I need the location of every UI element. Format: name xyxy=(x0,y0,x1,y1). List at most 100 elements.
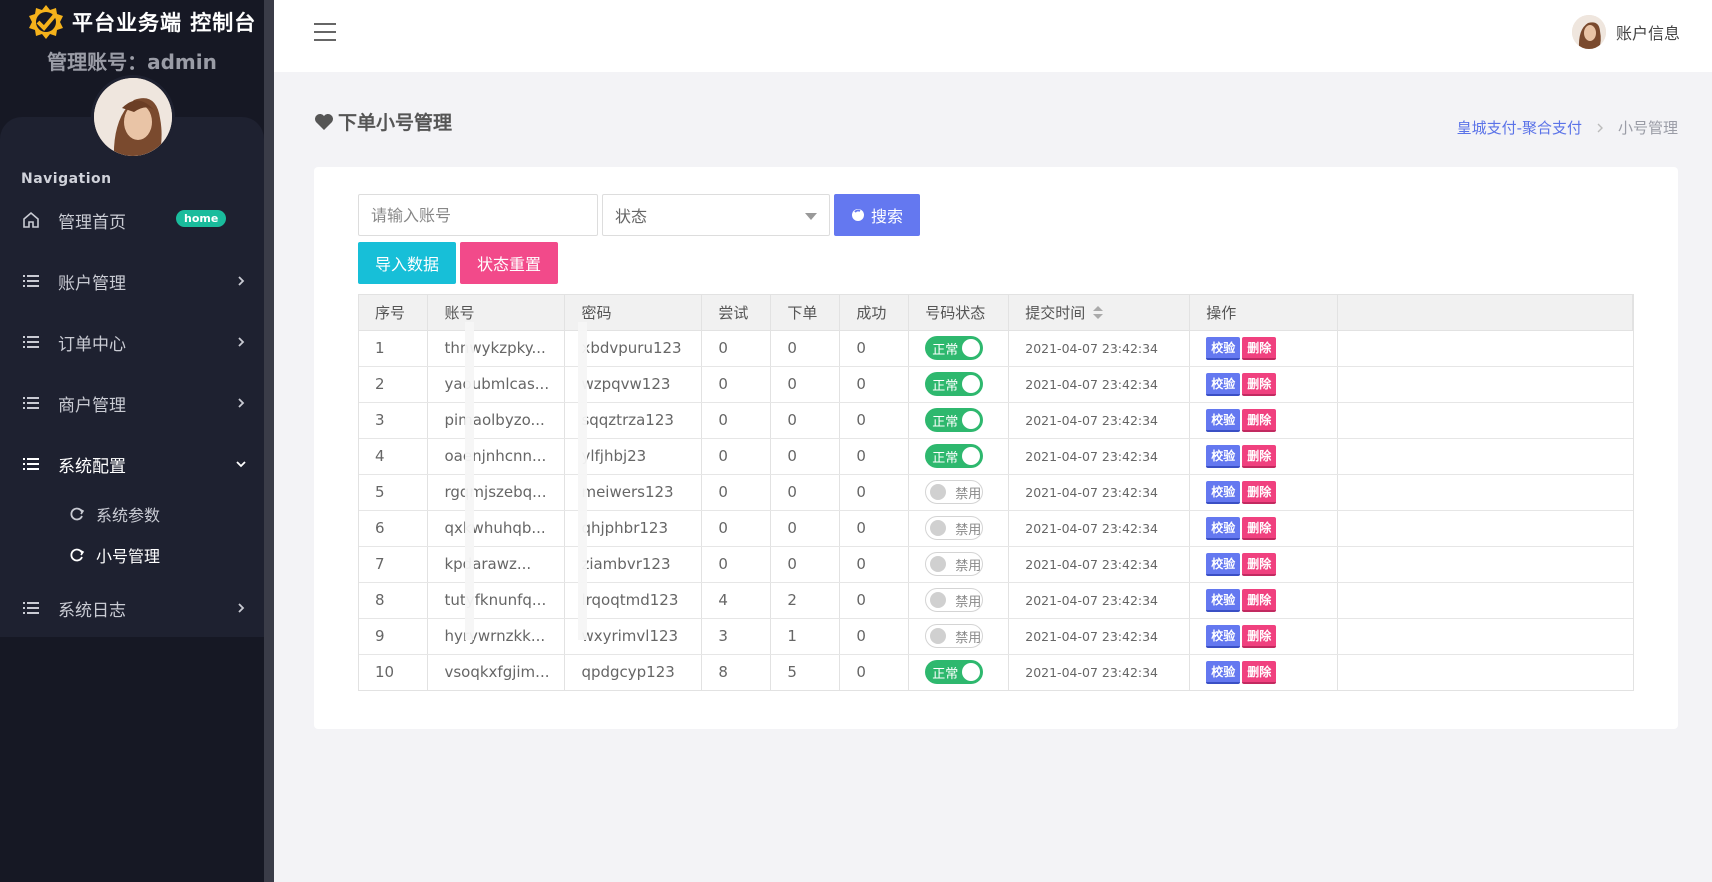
cell-status: 正常 xyxy=(908,402,1010,439)
delete-button[interactable]: 删除 xyxy=(1242,552,1277,576)
sidebar: 平台业务端 控制台 管理账号：admin Navigation 管理首页 hom… xyxy=(0,0,264,882)
search-button[interactable]: 搜索 xyxy=(834,194,920,236)
account-menu[interactable]: 账户信息 xyxy=(1571,15,1680,49)
verify-button[interactable]: 校验 xyxy=(1206,408,1241,432)
table-row: 6 qxkwhuhqb... qhjphbr123 0 0 0 禁用 2021-04-07 2… xyxy=(359,510,1633,547)
toggle-knob xyxy=(962,375,981,393)
sidebar-scrollbar[interactable] xyxy=(264,0,274,882)
verify-button[interactable]: 校验 xyxy=(1206,336,1241,360)
caret-down-icon xyxy=(805,213,817,220)
cell-submit-time: 2021-04-07 23:42:34 xyxy=(1008,366,1191,403)
sort-icon[interactable] xyxy=(1093,306,1104,320)
verify-button[interactable]: 校验 xyxy=(1206,516,1241,540)
breadcrumb-link[interactable]: 皇城支付-聚合支付 xyxy=(1457,117,1582,138)
cell-empty xyxy=(1337,438,1633,475)
cell-index: 7 xyxy=(359,546,429,583)
list-icon xyxy=(23,275,39,287)
table-row: 2 yaoubmlcas... wzpqvw123 0 0 0 正常 2021-04-07 2… xyxy=(359,366,1633,403)
cell-order-count: 0 xyxy=(770,330,841,367)
cell-submit-time: 2021-04-07 23:42:34 xyxy=(1008,618,1191,655)
cell-order-count: 0 xyxy=(770,510,841,547)
column-header-sortable[interactable]: 提交时间 xyxy=(1008,295,1191,331)
verify-button[interactable]: 校验 xyxy=(1206,480,1241,504)
cell-actions: 校验 删除 xyxy=(1189,654,1339,690)
status-toggle[interactable]: 禁用 xyxy=(925,516,984,540)
cell-password: qpdgcyp123 xyxy=(564,654,703,690)
breadcrumb: 皇城支付-聚合支付 小号管理 xyxy=(1457,117,1678,138)
status-toggle[interactable]: 禁用 xyxy=(925,588,984,612)
delete-button[interactable]: 删除 xyxy=(1242,408,1277,432)
status-toggle[interactable]: 禁用 xyxy=(925,552,984,576)
cell-try-count: 0 xyxy=(701,438,772,475)
redaction-mask xyxy=(578,322,587,640)
status-toggle-label: 禁用 xyxy=(955,630,982,646)
table-row: 1 thnwykzpky... xbdvpuru123 0 0 0 正常 2021-04-07… xyxy=(359,330,1633,367)
home-icon xyxy=(23,211,39,228)
verify-button[interactable]: 校验 xyxy=(1206,372,1241,396)
cell-status: 禁用 xyxy=(908,474,1010,511)
delete-button[interactable]: 删除 xyxy=(1242,660,1277,684)
nav-item-label: 商户管理 xyxy=(58,395,126,416)
account-search-input[interactable] xyxy=(358,194,598,236)
cell-try-count: 0 xyxy=(701,366,772,403)
delete-button[interactable]: 删除 xyxy=(1242,516,1277,540)
status-select[interactable]: 状态 xyxy=(602,194,830,236)
cell-order-count: 0 xyxy=(770,438,841,475)
cell-index: 6 xyxy=(359,510,429,547)
chevron-right-icon xyxy=(238,337,245,347)
status-select-value: 状态 xyxy=(615,207,648,226)
status-toggle-label: 禁用 xyxy=(955,558,982,574)
status-reset-button[interactable]: 状态重置 xyxy=(460,242,558,284)
toggle-knob xyxy=(930,484,947,500)
verify-button[interactable]: 校验 xyxy=(1206,552,1241,576)
nav-item-orders[interactable]: 订单中心 xyxy=(0,320,264,364)
cell-try-count: 0 xyxy=(701,402,772,439)
status-toggle[interactable]: 正常 xyxy=(925,336,984,360)
verify-button[interactable]: 校验 xyxy=(1206,624,1241,648)
cell-status: 禁用 xyxy=(908,618,1010,655)
cell-empty xyxy=(1337,402,1633,439)
delete-button[interactable]: 删除 xyxy=(1242,624,1277,648)
cell-submit-time: 2021-04-07 23:42:34 xyxy=(1008,654,1191,690)
verify-button[interactable]: 校验 xyxy=(1206,588,1241,612)
status-toggle[interactable]: 禁用 xyxy=(925,624,984,648)
sub-item-label: 系统参数 xyxy=(96,506,161,525)
delete-button[interactable]: 删除 xyxy=(1242,588,1277,612)
sub-item-system-params[interactable]: 系统参数 xyxy=(0,497,264,531)
import-data-button[interactable]: 导入数据 xyxy=(358,242,456,284)
cell-order-count: 1 xyxy=(770,618,841,655)
delete-button[interactable]: 删除 xyxy=(1242,372,1277,396)
status-toggle[interactable]: 正常 xyxy=(925,408,984,432)
cell-account: pimaolbyzo... xyxy=(427,402,566,439)
cell-actions: 校验 删除 xyxy=(1189,438,1339,475)
nav-item-system-config[interactable]: 系统配置 xyxy=(0,442,264,486)
verify-button[interactable]: 校验 xyxy=(1206,660,1241,684)
cell-empty xyxy=(1337,618,1633,655)
sub-item-sub-accounts[interactable]: 小号管理 xyxy=(0,538,264,572)
status-toggle-label: 禁用 xyxy=(955,522,982,538)
nav-item-home[interactable]: 管理首页 home xyxy=(0,198,264,242)
column-header: 尝试 xyxy=(701,295,772,331)
status-toggle[interactable]: 正常 xyxy=(925,444,984,468)
cell-order-count: 0 xyxy=(770,474,841,511)
delete-button[interactable]: 删除 xyxy=(1242,336,1277,360)
cell-order-count: 0 xyxy=(770,366,841,403)
status-toggle[interactable]: 正常 xyxy=(925,660,984,685)
avatar[interactable] xyxy=(91,75,175,159)
delete-button[interactable]: 删除 xyxy=(1242,444,1277,468)
nav-item-merchants[interactable]: 商户管理 xyxy=(0,381,264,425)
delete-button[interactable]: 删除 xyxy=(1242,480,1277,504)
menu-toggle-icon[interactable] xyxy=(314,23,336,41)
search-button-label: 搜索 xyxy=(870,207,903,226)
chevron-right-icon xyxy=(238,603,245,613)
status-toggle[interactable]: 正常 xyxy=(925,372,984,396)
cell-status: 正常 xyxy=(908,366,1010,403)
nav-item-system-logs[interactable]: 系统日志 xyxy=(0,586,264,630)
nav-item-accounts[interactable]: 账户管理 xyxy=(0,259,264,303)
table-row: 3 pimaolbyzo... sqqztrza123 0 0 0 正常 2021-04-07… xyxy=(359,402,1633,439)
verify-button[interactable]: 校验 xyxy=(1206,444,1241,468)
table-row: 10 vsoqkxfgjim... qpdgcyp123 8 5 0 正常 2021-04-0… xyxy=(359,654,1633,690)
cell-actions: 校验 删除 xyxy=(1189,474,1339,511)
cell-index: 2 xyxy=(359,366,429,403)
status-toggle[interactable]: 禁用 xyxy=(925,480,984,504)
